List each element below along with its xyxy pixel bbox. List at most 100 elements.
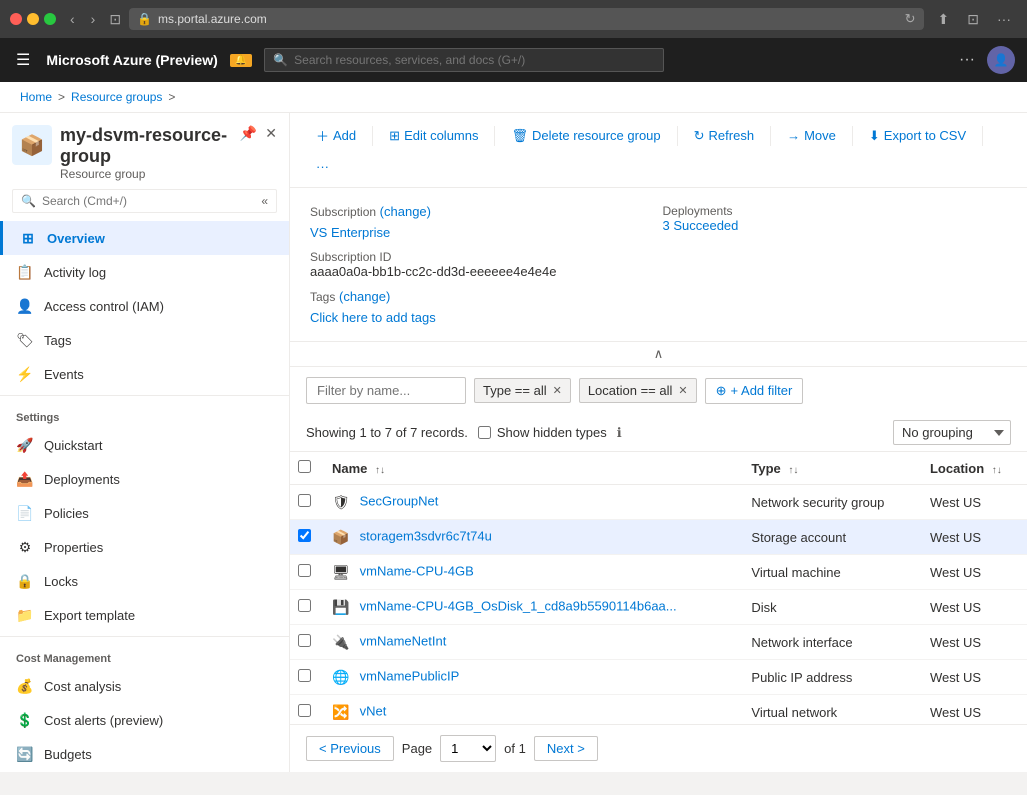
deployments-value[interactable]: 3 Succeeded [663,218,739,233]
row7-name-link[interactable]: vNet [360,703,387,718]
hamburger-menu[interactable]: ☰ [12,46,34,74]
sidebar-item-properties[interactable]: ⚙ Properties [0,530,289,564]
header-type[interactable]: Type ↑↓ [739,452,918,485]
properties-label: Properties [44,540,103,555]
activity-log-icon: 📋 [16,263,34,281]
subscription-change-link[interactable]: (change) [380,204,431,219]
type-filter-remove[interactable]: ✕ [553,384,562,397]
row7-checkbox-cell[interactable] [290,695,320,725]
row3-name-link[interactable]: vmName-CPU-4GB [360,563,474,578]
row1-name-link[interactable]: SecGroupNet [360,493,439,508]
filter-by-name-input[interactable] [306,377,466,404]
more-toolbar-button[interactable]: ··· [306,154,339,179]
sidebar-search-input[interactable] [42,194,255,208]
more-button[interactable]: ··· [991,9,1017,30]
add-button[interactable]: ＋ Add [306,121,366,150]
move-button[interactable]: → Move [777,123,846,148]
maximize-dot[interactable] [44,13,56,25]
row2-checkbox[interactable] [298,529,311,542]
sidebar-item-policies[interactable]: 📄 Policies [0,496,289,530]
row4-checkbox-cell[interactable] [290,590,320,625]
row1-checkbox-cell[interactable] [290,485,320,520]
subscription-value[interactable]: VS Enterprise [310,225,390,240]
row3-checkbox-cell[interactable] [290,555,320,590]
help-icon[interactable]: ℹ [617,425,622,441]
breadcrumb-resource-groups[interactable]: Resource groups [71,90,162,104]
sidebar-collapse-icon[interactable]: « [261,194,268,208]
tags-add-link[interactable]: Click here to add tags [310,310,436,325]
tab-view-button[interactable]: ⊡ [109,11,121,28]
sidebar-item-budgets[interactable]: 🔄 Budgets [0,737,289,771]
tags-label: Tags [44,333,71,348]
browser-window-controls [10,13,56,25]
row4-name-link[interactable]: vmName-CPU-4GB_OsDisk_1_cd8a9b5590114b6a… [360,598,677,613]
collapse-arrow[interactable]: ∧ [290,342,1027,367]
row6-checkbox[interactable] [298,669,311,682]
policies-icon: 📄 [16,504,34,522]
close-dot[interactable] [10,13,22,25]
header-select-all[interactable] [290,452,320,485]
header-name[interactable]: Name ↑↓ [320,452,739,485]
azure-topbar: ☰ Microsoft Azure (Preview) 🔔 🔍 ··· 👤 [0,38,1027,82]
row6-name-link[interactable]: vmNamePublicIP [360,668,460,683]
back-button[interactable]: ‹ [64,9,81,29]
sidebar-item-deployments[interactable]: 📤 Deployments [0,462,289,496]
notification-badge[interactable]: 🔔 [230,54,252,67]
share-button[interactable]: ⬆ [932,9,956,30]
row6-checkbox-cell[interactable] [290,660,320,695]
sidebar-item-activity-log[interactable]: 📋 Activity log [0,255,289,289]
toolbar-sep-1 [372,126,373,146]
pin-icon[interactable]: 📌 [240,125,257,142]
delete-button[interactable]: 🗑 Delete resource group [501,123,670,149]
show-hidden-types-label[interactable]: Show hidden types [478,425,607,440]
page-select[interactable]: 1 [440,735,496,762]
info-section: Subscription (change) VS Enterprise Subs… [290,188,1027,342]
add-filter-button[interactable]: ⊕ + Add filter [705,378,804,404]
sidebar-item-events[interactable]: ⚡ Events [0,357,289,391]
sidebar-item-cost-alerts[interactable]: 💲 Cost alerts (preview) [0,703,289,737]
close-panel-icon[interactable]: ✕ [265,125,277,142]
row4-checkbox[interactable] [298,599,311,612]
location-filter-remove[interactable]: ✕ [678,384,687,397]
previous-button[interactable]: < Previous [306,736,394,761]
row5-checkbox[interactable] [298,634,311,647]
reload-icon[interactable]: ↻ [905,11,916,27]
minimize-dot[interactable] [27,13,39,25]
sidebar-item-access-control[interactable]: 👤 Access control (IAM) [0,289,289,323]
sidebar-item-cost-analysis[interactable]: 💰 Cost analysis [0,669,289,703]
row5-checkbox-cell[interactable] [290,625,320,660]
edit-columns-button[interactable]: ⊞ Edit columns [379,123,488,149]
refresh-button[interactable]: ↻ Refresh [684,123,764,149]
row5-resource-icon: 🔌 [332,633,350,651]
sidebar-item-tags[interactable]: 🏷 Tags [0,323,289,357]
sidebar-item-advisor[interactable]: ☁ Advisor recommendations [0,771,289,772]
sidebar-item-export-template[interactable]: 📁 Export template [0,598,289,632]
forward-button[interactable]: › [85,9,102,29]
export-csv-button[interactable]: ⬇ Export to CSV [859,123,976,149]
row3-location-cell: West US [918,555,1027,590]
access-control-icon: 👤 [16,297,34,315]
row2-checkbox-cell[interactable] [290,520,320,555]
breadcrumb-home[interactable]: Home [20,90,52,104]
tags-change-link[interactable]: (change) [339,289,390,304]
toolbar-sep-5 [852,126,853,146]
next-button[interactable]: Next > [534,736,598,761]
row1-checkbox[interactable] [298,494,311,507]
row7-checkbox[interactable] [298,704,311,717]
show-hidden-types-checkbox[interactable] [478,426,491,439]
select-all-checkbox[interactable] [298,460,311,473]
user-avatar[interactable]: 👤 [987,46,1015,74]
grouping-select[interactable]: No grouping Resource type Location Tag [893,420,1011,445]
resources-table: Name ↑↓ Type ↑↓ Location ↑↓ [290,452,1027,724]
sidebar-item-overview[interactable]: ⊞ Overview [0,221,289,255]
url-input[interactable] [158,12,899,26]
fullscreen-button[interactable]: ⊡ [961,9,985,30]
more-options-icon[interactable]: ··· [955,47,979,73]
header-location[interactable]: Location ↑↓ [918,452,1027,485]
sidebar-item-quickstart[interactable]: 🚀 Quickstart [0,428,289,462]
row3-checkbox[interactable] [298,564,311,577]
row2-name-link[interactable]: storagem3sdvr6c7t74u [360,528,492,543]
sidebar-item-locks[interactable]: 🔒 Locks [0,564,289,598]
global-search-input[interactable] [294,53,655,67]
row5-name-link[interactable]: vmNameNetInt [360,633,447,648]
